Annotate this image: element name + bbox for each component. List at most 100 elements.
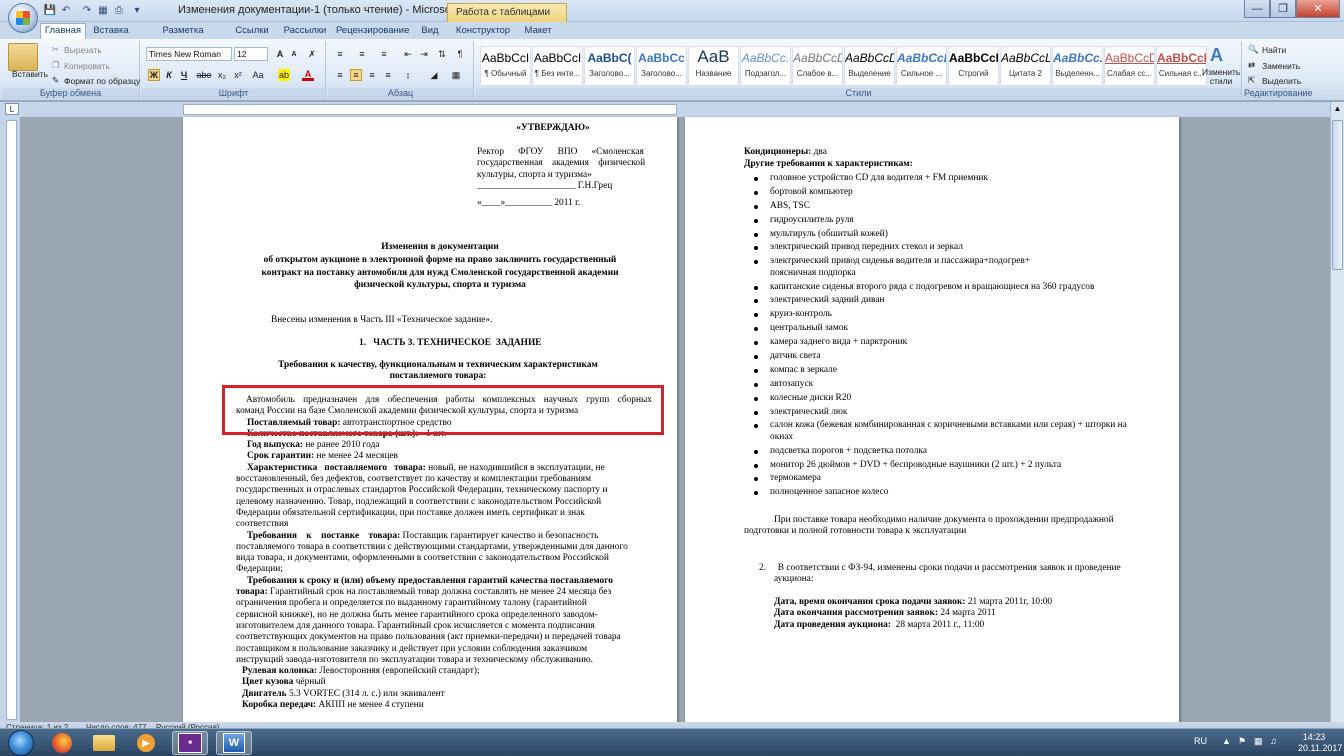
increase-indent-icon[interactable]: ⇥ — [418, 48, 430, 60]
tab-stop-selector-icon[interactable]: L — [5, 103, 19, 115]
font-color-icon[interactable]: A — [302, 69, 314, 81]
style-intense-reference[interactable]: AaBbCcDСильная с... — [1156, 46, 1207, 86]
app-taskbar-button[interactable]: ■ — [172, 731, 208, 755]
decrease-indent-icon[interactable]: ⇤ — [402, 48, 414, 60]
style-heading-1[interactable]: AaBbC(Заголово... — [584, 46, 635, 86]
italic-icon[interactable]: К — [163, 69, 175, 81]
style-normal[interactable]: AaBbCcI ¶ Обычный — [480, 46, 531, 86]
clipboard-group-label: Буфер обмена — [2, 88, 139, 99]
cut-icon[interactable]: ✂ — [52, 44, 59, 55]
paste-button[interactable]: Вставить — [12, 69, 48, 79]
save-icon[interactable]: 💾 — [43, 3, 57, 17]
select-button[interactable]: Выделить — [1262, 76, 1301, 86]
style-subtle-emphasis[interactable]: AaBbCcD Слабое в... — [792, 46, 843, 86]
find-button[interactable]: Найти — [1262, 45, 1286, 55]
redo-icon[interactable]: ↷ — [80, 3, 94, 17]
subscript-icon[interactable]: x₂ — [216, 69, 228, 81]
tab-references[interactable]: Ссылки — [232, 24, 272, 39]
style-emphasis[interactable]: AaBbCcD Выделение — [844, 46, 895, 86]
tab-page-layout[interactable]: Разметка страницы — [140, 24, 226, 47]
change-styles-icon[interactable]: A — [1210, 45, 1223, 66]
scroll-up-icon[interactable]: ▲ — [1332, 104, 1343, 116]
print-preview-icon[interactable]: ▦ — [96, 3, 110, 17]
numbering-icon[interactable]: ≡ — [356, 48, 368, 60]
align-right-icon[interactable]: ≡ — [366, 69, 378, 81]
tab-mailings[interactable]: Рассылки — [280, 24, 330, 39]
grow-font-icon[interactable]: A — [274, 48, 286, 60]
style-heading-2[interactable]: AaBbCc Заголово... — [636, 46, 687, 86]
minimize-button[interactable]: — — [1244, 0, 1270, 18]
shading-icon[interactable]: ◢ — [428, 69, 440, 81]
replace-icon[interactable]: ⇄ — [1248, 60, 1255, 71]
clock[interactable]: 14:23 20.11.2017 — [1298, 732, 1342, 754]
restore-button[interactable]: ❐ — [1270, 0, 1296, 18]
body-text: Автомобиль предназначен для обеспечения … — [236, 395, 652, 711]
show-marks-icon[interactable]: ¶ — [454, 48, 466, 60]
find-icon[interactable]: 🔍 — [1248, 44, 1259, 55]
multilevel-list-icon[interactable]: ≡ — [378, 48, 390, 60]
font-size-combo[interactable]: 12 — [234, 47, 268, 61]
superscript-icon[interactable]: x² — [232, 69, 244, 81]
media-player-taskbar-button[interactable]: ▶ — [128, 731, 164, 755]
justify-icon[interactable]: ≡ — [382, 69, 394, 81]
line-spacing-icon[interactable]: ↕ — [402, 69, 414, 81]
office-button[interactable] — [8, 3, 38, 33]
word-taskbar-button[interactable]: W — [216, 731, 252, 755]
requirement-item: мультируль (обшитый кожей) — [744, 229, 1154, 240]
page-2[interactable]: Кондиционеры: два Другие требования к ха… — [685, 117, 1179, 730]
explorer-taskbar-button[interactable] — [86, 731, 122, 755]
change-styles-button[interactable]: Изменить стили — [1202, 68, 1240, 86]
vertical-ruler-scale — [6, 120, 17, 720]
style-subtle-reference[interactable]: AaBbCcD Слабая сс... — [1104, 46, 1155, 86]
style-no-spacing[interactable]: AaBbCcI ¶ Без инте... — [532, 46, 583, 86]
align-left-icon[interactable]: ≡ — [334, 69, 346, 81]
start-button[interactable] — [2, 729, 40, 756]
replace-button[interactable]: Заменить — [1262, 61, 1300, 71]
style-intense-quote[interactable]: AaBbCc. Выделенн... — [1052, 46, 1103, 86]
quick-print-icon[interactable]: ⎙ — [112, 3, 126, 17]
format-painter-button[interactable]: Формат по образцу — [64, 76, 140, 86]
keyboard-layout[interactable]: RU — [1194, 736, 1207, 746]
clear-format-icon[interactable]: ✗ — [306, 48, 318, 60]
strikethrough-icon[interactable]: abe — [196, 69, 211, 81]
tab-design[interactable]: Конструктор — [454, 24, 512, 39]
requirement-item: ABS, TSC — [744, 201, 1154, 212]
close-button[interactable]: ✕ — [1296, 0, 1340, 18]
select-icon[interactable]: ⇱ — [1248, 75, 1255, 86]
network-icon[interactable]: ▦ — [1254, 736, 1263, 747]
tab-review[interactable]: Рецензирование — [336, 24, 409, 39]
copy-icon[interactable]: ❐ — [52, 60, 60, 71]
align-center-icon[interactable]: ≡ — [350, 69, 362, 81]
tab-insert[interactable]: Вставка — [90, 24, 132, 39]
tab-home[interactable]: Главная — [40, 23, 86, 40]
style-subtitle[interactable]: AaBbCc. Подзагол... — [740, 46, 791, 86]
style-quote-2[interactable]: AaBbCcL Цитата 2 — [1000, 46, 1051, 86]
bold-icon[interactable]: Ж — [148, 69, 160, 81]
volume-icon[interactable]: ♫ — [1270, 736, 1277, 746]
vertical-scrollbar[interactable]: ▲ — [1330, 102, 1344, 730]
shrink-font-icon[interactable]: A — [288, 48, 300, 60]
requirement-item: окнах — [770, 431, 794, 442]
cut-button[interactable]: Вырезать — [64, 45, 102, 55]
tab-view[interactable]: Вид — [418, 24, 442, 39]
style-intense-emphasis[interactable]: AaBbCcDСильное ... — [896, 46, 947, 86]
paste-icon[interactable] — [8, 43, 38, 71]
change-case-icon[interactable]: Aa — [252, 69, 264, 81]
font-name-combo[interactable]: Times New Roman — [146, 47, 232, 61]
tab-layout[interactable]: Макет — [522, 24, 554, 39]
flag-icon[interactable]: ⚑ — [1238, 736, 1246, 747]
underline-icon[interactable]: Ч — [178, 69, 190, 81]
copy-button[interactable]: Копировать — [64, 61, 110, 71]
style-strong[interactable]: AaBbCcDСтрогий — [948, 46, 999, 86]
customize-qat-icon[interactable]: ▾ — [130, 3, 144, 17]
firefox-taskbar-button[interactable] — [44, 731, 80, 755]
bullets-icon[interactable]: ≡ — [334, 48, 346, 60]
scroll-thumb[interactable] — [1332, 120, 1343, 270]
sort-icon[interactable]: ⇅ — [436, 48, 448, 60]
format-painter-icon[interactable]: ✎ — [52, 75, 59, 86]
undo-icon[interactable]: ↶ — [59, 3, 73, 17]
borders-icon[interactable]: ▦ — [450, 69, 462, 81]
highlight-icon[interactable]: ab — [278, 69, 290, 81]
style-title[interactable]: AaB Название — [688, 46, 739, 86]
tray-arrow-icon[interactable]: ▲ — [1222, 736, 1231, 746]
